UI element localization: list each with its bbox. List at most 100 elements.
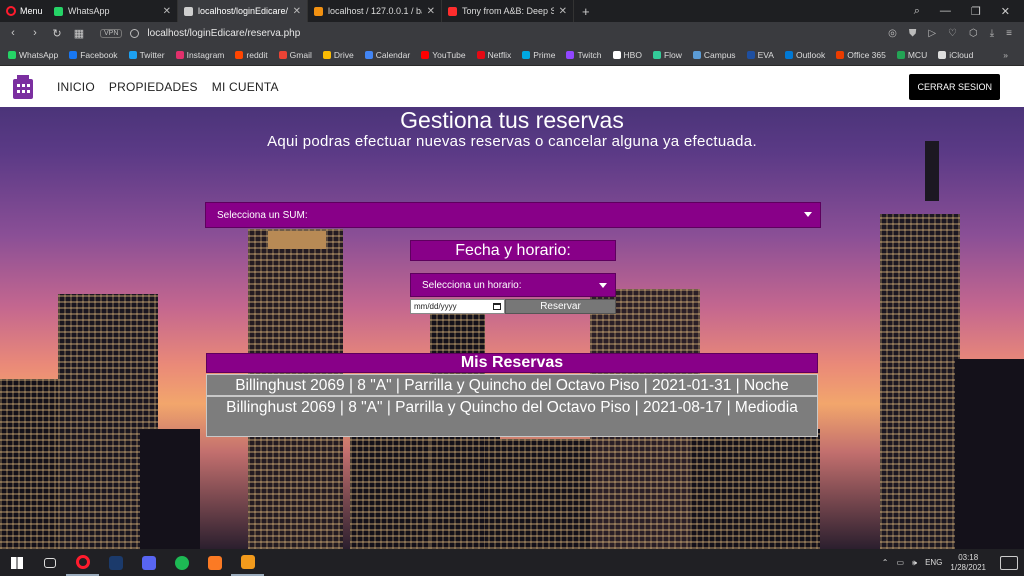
chevron-up-icon[interactable]: ⌃ <box>882 558 889 567</box>
bookmark-outlook[interactable]: Outlook <box>784 50 825 60</box>
box-icon[interactable]: ⬡ <box>969 28 978 39</box>
nav-mi-cuenta[interactable]: MI CUENTA <box>212 80 279 94</box>
grid-icon[interactable]: ▦ <box>68 27 90 40</box>
bookmark-label: YouTube <box>432 49 466 60</box>
bookmark-label: WhatsApp <box>19 49 59 60</box>
tab-label: localhost / 127.0.0.1 / base <box>328 6 422 16</box>
horario-select[interactable]: Selecciona un horario: <box>410 273 616 297</box>
phpmyadmin-icon <box>314 6 323 16</box>
bookmark-hbo[interactable]: HBO <box>612 49 642 60</box>
heart-icon[interactable]: ♡ <box>948 28 957 39</box>
address-actions: ◎ ⛊ ▷ ♡ ⬡ ⤓ ≡ <box>888 28 1024 39</box>
tab-label: localhost/loginEdicare/rese <box>198 6 288 16</box>
nav-inicio[interactable]: INICIO <box>57 80 95 94</box>
bookmark-calendar[interactable]: Calendar <box>364 49 411 60</box>
bookmark-youtube[interactable]: YouTube <box>421 49 466 60</box>
bookmark-label: Twitch <box>577 49 602 60</box>
minimize-icon[interactable]: — <box>940 5 951 18</box>
sum-select[interactable]: Selecciona un SUM: <box>205 202 821 228</box>
game-app-icon[interactable] <box>99 549 132 576</box>
bookmark-icloud[interactable]: iCloud <box>938 50 973 60</box>
bookmark-gmail[interactable]: Gmail <box>278 50 312 60</box>
bookmark-twitch[interactable]: Twitch <box>566 49 602 60</box>
browser-menu-button[interactable]: Menu <box>0 0 48 22</box>
bookmark-mcu[interactable]: MCU <box>896 50 927 60</box>
bookmark-label: Calendar <box>375 49 411 60</box>
prime-icon <box>522 50 531 59</box>
download-icon[interactable]: ⤓ <box>990 28 994 39</box>
xampp-icon[interactable] <box>198 549 231 576</box>
building-logo-icon[interactable] <box>11 74 35 99</box>
bookmark-label: Campus <box>703 49 736 60</box>
tab-close-icon[interactable]: ✕ <box>293 6 301 17</box>
forward-icon[interactable]: › <box>24 27 46 39</box>
bookmark-instagram[interactable]: Instagram <box>175 50 224 60</box>
chevron-down-icon <box>599 283 607 288</box>
tab-label: WhatsApp <box>68 6 110 16</box>
bookmark-label: Twitter <box>139 49 165 60</box>
new-tab-button[interactable]: + <box>574 4 598 19</box>
apple-icon <box>938 50 947 59</box>
url-field[interactable]: localhost/loginEdicare/reserva.php <box>147 28 300 39</box>
play-icon[interactable]: ▷ <box>928 28 936 39</box>
fecha-horario-heading: Fecha y horario: <box>410 240 616 261</box>
date-input[interactable]: mm/dd/yyyy <box>410 299 505 314</box>
bookmark-twitter[interactable]: Twitter <box>128 49 165 60</box>
reload-icon[interactable]: ↻ <box>46 27 68 40</box>
task-view-icon[interactable] <box>33 549 66 576</box>
back-icon[interactable]: ‹ <box>2 27 24 39</box>
search-icon[interactable]: ⌕ <box>914 5 920 18</box>
twitter-icon <box>128 50 137 59</box>
bookmark-eva[interactable]: EVA <box>746 50 774 60</box>
camera-icon[interactable]: ◎ <box>888 28 897 39</box>
tab-youtube[interactable]: Tony from A&B: Deep Set ✕ <box>442 0 574 22</box>
bookmark-facebook[interactable]: Facebook <box>69 50 118 60</box>
vpn-badge[interactable]: VPN <box>100 28 123 38</box>
discord-icon[interactable] <box>132 549 165 576</box>
calendar-icon[interactable] <box>493 303 501 310</box>
bookmark-office365[interactable]: Office 365 <box>836 50 886 60</box>
bookmark-label: Drive <box>333 49 354 60</box>
tab-whatsapp[interactable]: WhatsApp ✕ <box>48 0 178 22</box>
spotify-icon[interactable] <box>165 549 198 576</box>
date-placeholder: mm/dd/yyyy <box>414 302 457 311</box>
bookmark-flow[interactable]: Flow <box>652 50 682 60</box>
window-controls: ⌕ — ❐ ✕ <box>914 5 1024 18</box>
reservar-button[interactable]: Reservar <box>505 299 616 314</box>
tab-close-icon[interactable]: ✕ <box>427 6 435 17</box>
opera-taskbar-icon[interactable] <box>66 549 99 576</box>
logout-button[interactable]: CERRAR SESION <box>909 74 1000 100</box>
whatsapp-icon <box>54 6 63 16</box>
bookmark-label: HBO <box>623 49 642 60</box>
clock[interactable]: 03:18 1/28/2021 <box>950 553 986 573</box>
menu-icon[interactable]: ≡ <box>1006 28 1012 39</box>
tab-reserva[interactable]: localhost/loginEdicare/rese ✕ <box>178 0 308 22</box>
bookmark-whatsapp[interactable]: WhatsApp <box>8 50 58 60</box>
tab-close-icon[interactable]: ✕ <box>163 6 171 17</box>
tab-phpmyadmin[interactable]: localhost / 127.0.0.1 / base ✕ <box>308 0 442 22</box>
bookmark-campus[interactable]: Campus <box>692 49 736 60</box>
bookmark-reddit[interactable]: reddit <box>235 49 268 60</box>
notification-icon[interactable] <box>1000 555 1018 570</box>
bookmark-label: Prime <box>533 49 556 60</box>
close-window-icon[interactable]: ✕ <box>1001 5 1010 18</box>
sublime-text-icon[interactable] <box>231 549 264 576</box>
language-indicator[interactable]: ENG <box>925 558 942 567</box>
page-title: Gestiona tus reservas <box>400 107 624 133</box>
shield-icon[interactable]: ⛊ <box>909 28 917 39</box>
bookmark-netflix[interactable]: Netflix <box>476 50 511 60</box>
windows-start-icon[interactable] <box>0 549 33 576</box>
bookmark-label: reddit <box>246 49 268 60</box>
volume-icon[interactable]: 🕪 <box>912 558 917 568</box>
reserva-item[interactable]: Billinghust 2069 | 8 "A" | Parrilla y Qu… <box>206 396 818 437</box>
bookmark-prime[interactable]: Prime <box>522 50 555 60</box>
calendar-icon <box>364 50 373 59</box>
bookmarks-more-button[interactable]: » <box>1003 50 1024 60</box>
restore-icon[interactable]: ❐ <box>971 5 981 18</box>
bookmark-drive[interactable]: Drive <box>322 49 354 60</box>
tab-close-icon[interactable]: ✕ <box>559 6 567 17</box>
nav-propiedades[interactable]: PROPIEDADES <box>109 80 198 94</box>
mcu-icon <box>896 50 905 59</box>
network-icon[interactable]: ▭ <box>896 558 904 567</box>
reserva-item[interactable]: Billinghust 2069 | 8 "A" | Parrilla y Qu… <box>206 374 818 396</box>
